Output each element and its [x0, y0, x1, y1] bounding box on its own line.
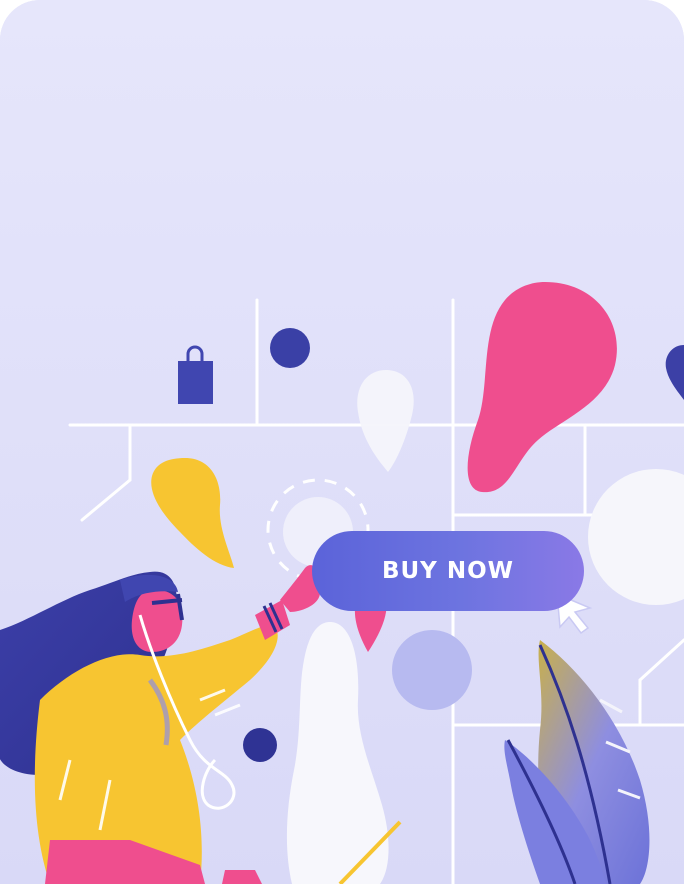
navy-circle [270, 328, 310, 368]
shopping-illustration [0, 0, 684, 884]
promo-card: BUY NOW [0, 0, 684, 884]
buy-now-button[interactable]: BUY NOW [312, 531, 584, 611]
navy-circle-small [243, 728, 277, 762]
light-blue-circle [392, 630, 472, 710]
